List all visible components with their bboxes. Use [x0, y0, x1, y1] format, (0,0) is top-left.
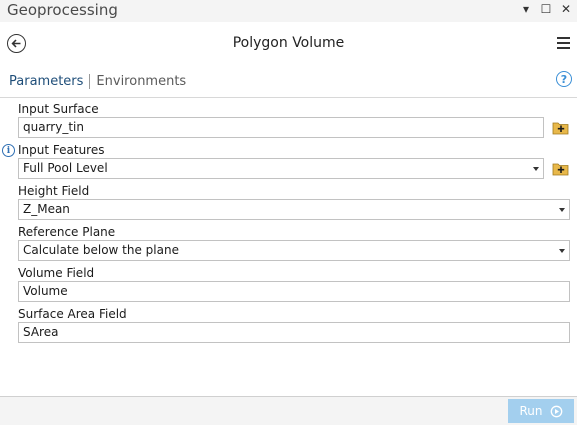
param-height-field: Height Field Z_Mean — [18, 184, 570, 220]
chevron-down-icon — [559, 249, 565, 253]
reference-plane-label: Reference Plane — [18, 225, 116, 239]
param-input-surface: Input Surface quarry_tin — [18, 102, 569, 138]
param-input-features: i Input Features Full Pool Level — [2, 143, 569, 179]
param-volume-field: Volume Field Volume — [18, 266, 570, 302]
run-icon — [550, 405, 562, 417]
hamburger-icon — [557, 37, 570, 40]
help-icon[interactable]: ? — [556, 71, 572, 87]
pane-titlebar: Geoprocessing ▾ ☐ ✕ — [0, 0, 577, 22]
surface-area-field-label: Surface Area Field — [18, 307, 127, 321]
volume-field-label: Volume Field — [18, 266, 95, 280]
input-surface-label: Input Surface — [18, 102, 99, 116]
height-field-label: Height Field — [18, 184, 90, 198]
tab-environments[interactable]: Environments — [96, 74, 186, 89]
pane-title: Geoprocessing — [7, 1, 118, 19]
menu-button[interactable] — [557, 37, 570, 49]
height-field-dropdown[interactable]: Z_Mean — [18, 199, 570, 220]
browse-folder-icon[interactable] — [552, 119, 570, 136]
close-icon[interactable]: ✕ — [559, 2, 573, 16]
reference-plane-value: Calculate below the plane — [23, 243, 179, 257]
maximize-icon[interactable]: ☐ — [539, 2, 553, 16]
param-surface-area-field: Surface Area Field SArea — [18, 307, 570, 343]
tool-header: Polygon Volume — [0, 22, 577, 68]
footer-bar: Run — [0, 396, 577, 425]
info-icon[interactable]: i — [2, 144, 15, 157]
input-surface-field[interactable]: quarry_tin — [18, 117, 544, 138]
chevron-down-icon — [559, 208, 565, 212]
input-features-label: Input Features — [18, 143, 105, 157]
tool-title: Polygon Volume — [232, 35, 345, 51]
run-button[interactable]: Run — [508, 399, 574, 423]
param-reference-plane: Reference Plane Calculate below the plan… — [18, 225, 570, 261]
tab-parameters[interactable]: Parameters — [9, 74, 83, 89]
input-features-value: Full Pool Level — [23, 161, 108, 175]
run-label: Run — [519, 404, 543, 418]
tab-bar: Parameters Environments — [9, 72, 186, 90]
window-controls: ▾ ☐ ✕ — [519, 2, 573, 16]
browse-folder-icon[interactable] — [552, 160, 570, 177]
dropdown-icon[interactable]: ▾ — [519, 2, 533, 16]
chevron-down-icon — [533, 167, 539, 171]
parameters-panel: Input Surface quarry_tin i Input Feature… — [0, 97, 577, 397]
input-features-dropdown[interactable]: Full Pool Level — [18, 158, 544, 179]
reference-plane-dropdown[interactable]: Calculate below the plane — [18, 240, 570, 261]
tab-divider — [89, 73, 91, 89]
surface-area-field-input[interactable]: SArea — [18, 322, 570, 343]
volume-field-input[interactable]: Volume — [18, 281, 570, 302]
height-field-value: Z_Mean — [23, 202, 70, 216]
